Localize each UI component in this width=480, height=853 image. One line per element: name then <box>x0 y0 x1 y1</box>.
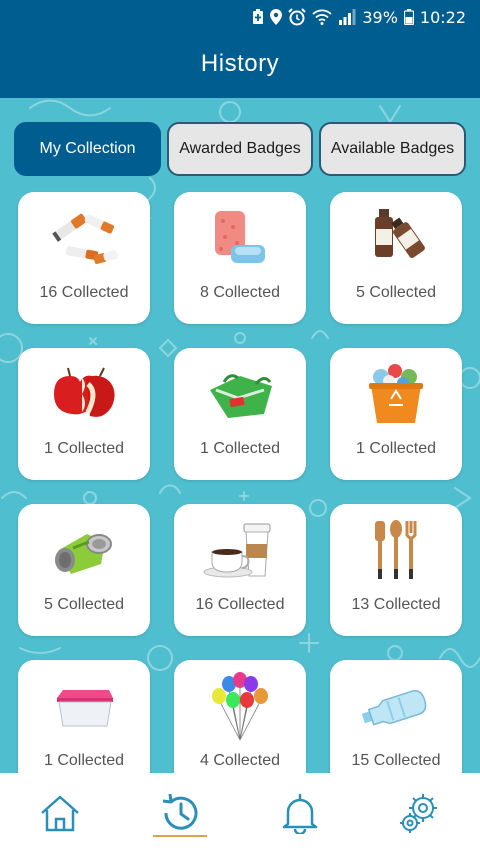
signal-icon <box>339 9 356 25</box>
collected-count: 1 Collected <box>43 440 125 457</box>
collected-count: 1 Collected <box>43 752 125 769</box>
recycling-bin-icon <box>330 358 462 430</box>
collected-count: 13 Collected <box>351 596 441 613</box>
settings-icon <box>400 794 437 833</box>
alarm-icon <box>288 8 307 26</box>
collection-card-recycling-bin[interactable]: 1 Collected <box>330 348 462 480</box>
collection-card-plastic-bag[interactable]: 1 Collected <box>174 348 306 480</box>
collection-card-apple[interactable]: 1 Collected <box>18 348 150 480</box>
tab-bar: My Collection Awarded Badges Available B… <box>14 122 466 176</box>
status-bar: 39% 10:22 <box>0 0 480 34</box>
nav-notifications[interactable] <box>240 773 360 853</box>
page-title: History <box>200 50 280 77</box>
collected-count: 4 Collected <box>199 752 281 769</box>
collection-card-container[interactable]: 1 Collected <box>18 660 150 773</box>
crushed-can-icon <box>18 514 150 586</box>
wifi-icon <box>312 9 332 25</box>
collected-count: 8 Collected <box>199 284 281 301</box>
collection-card-cigarettes[interactable]: 16 Collected <box>18 192 150 324</box>
plastic-bag-icon <box>174 358 306 430</box>
nav-home[interactable] <box>0 773 120 853</box>
collected-count: 1 Collected <box>355 440 437 457</box>
cigarette-butts-icon <box>18 202 150 274</box>
status-time: 10:22 <box>419 7 466 27</box>
collection-card-can[interactable]: 5 Collected <box>18 504 150 636</box>
balloons-icon <box>174 670 306 742</box>
collected-count: 5 Collected <box>43 596 125 613</box>
kitchen-utensils-icon <box>330 514 462 586</box>
app-header: 39% 10:22 History <box>0 0 480 98</box>
collected-count: 5 Collected <box>355 284 437 301</box>
location-icon <box>270 9 283 25</box>
plastic-bottle-icon <box>330 670 462 742</box>
tab-my-collection[interactable]: My Collection <box>14 122 161 176</box>
history-icon <box>162 793 198 830</box>
bell-icon <box>282 793 318 834</box>
collection-card-bottle[interactable]: 15 Collected <box>330 660 462 773</box>
collection-card-coffee[interactable]: 16 Collected <box>174 504 306 636</box>
collection-card-balloons[interactable]: 4 Collected <box>174 660 306 773</box>
nav-settings[interactable] <box>360 773 480 853</box>
coffee-cups-icon <box>174 514 306 586</box>
apple-core-icon <box>18 358 150 430</box>
collection-card-utensils[interactable]: 13 Collected <box>330 504 462 636</box>
tab-awarded-badges[interactable]: Awarded Badges <box>167 122 313 176</box>
battery-saver-icon <box>253 9 264 24</box>
bottom-navigation <box>0 773 480 853</box>
collection-content[interactable]: My Collection Awarded Badges Available B… <box>0 98 480 773</box>
collected-count: 16 Collected <box>39 284 129 301</box>
collection-card-sponge[interactable]: 8 Collected <box>174 192 306 324</box>
food-container-icon <box>18 670 150 742</box>
collection-card-medicine[interactable]: 5 Collected <box>330 192 462 324</box>
tab-available-badges[interactable]: Available Badges <box>319 122 466 176</box>
collected-count: 1 Collected <box>199 440 281 457</box>
medicine-bottles-icon <box>330 202 462 274</box>
nav-history[interactable] <box>120 773 240 853</box>
battery-percent: 39% <box>362 7 398 27</box>
battery-icon <box>403 9 414 25</box>
collected-count: 16 Collected <box>195 596 285 613</box>
collected-count: 15 Collected <box>351 752 441 769</box>
home-icon <box>41 795 79 832</box>
sponge-soap-icon <box>174 202 306 274</box>
